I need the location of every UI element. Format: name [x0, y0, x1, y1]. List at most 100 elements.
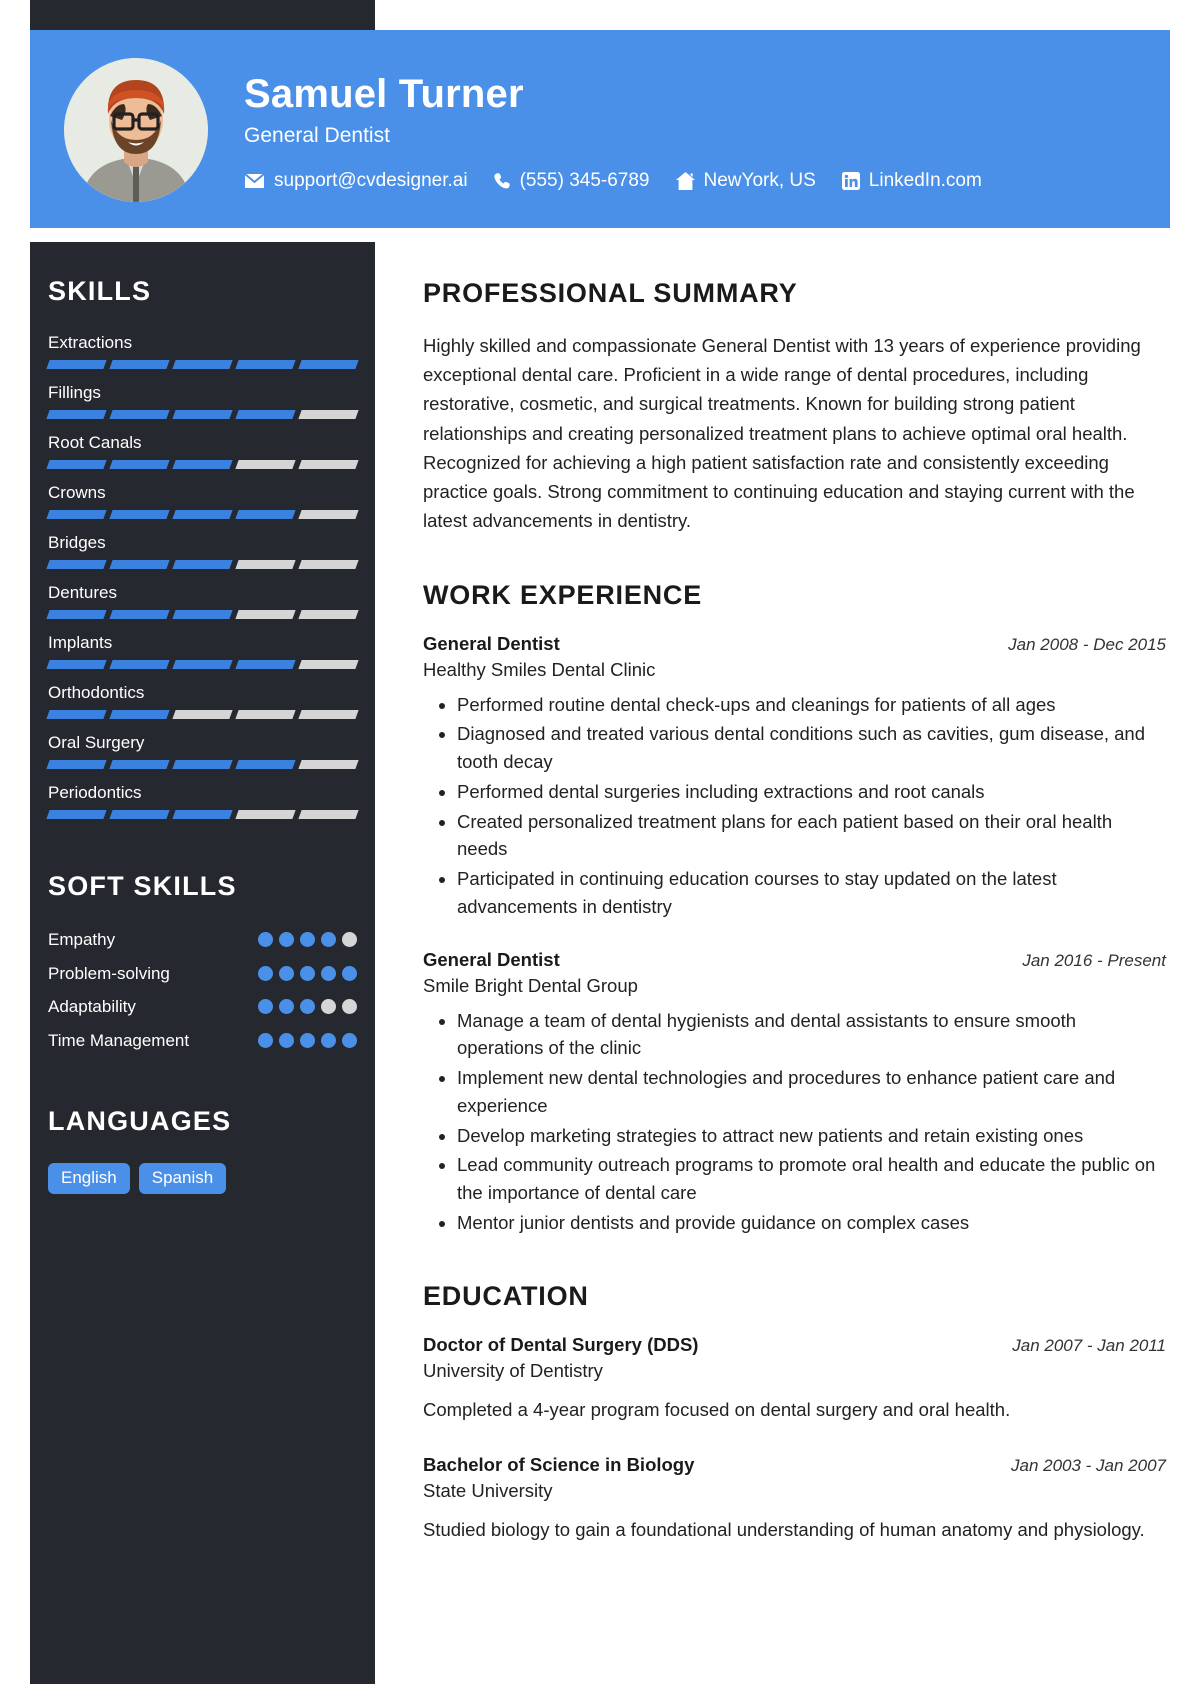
contact-email[interactable]: support@cvdesigner.ai — [244, 170, 468, 192]
skill-label: Orthodontics — [48, 683, 145, 702]
rating-dot — [321, 1032, 336, 1048]
soft-skill-rating-dots — [258, 962, 357, 981]
skill-bar-segment — [109, 710, 170, 719]
rating-dot — [279, 1032, 294, 1048]
skill-level-bar — [46, 360, 359, 369]
contact-linkedin[interactable]: LinkedIn.com — [841, 170, 982, 192]
soft-skill-item: Adaptability — [48, 995, 357, 1020]
skill-bar-segment — [109, 360, 170, 369]
avatar — [64, 58, 208, 202]
work-bullet-item: Implement new dental technologies and pr… — [457, 1064, 1166, 1120]
languages-list: English Spanish — [48, 1162, 357, 1194]
education-heading: EDUCATION — [423, 1280, 589, 1311]
skill-level-bar — [46, 510, 359, 519]
soft-skills-heading: SOFT SKILLS — [48, 871, 237, 901]
skill-bar-segment — [235, 360, 296, 369]
skill-label: Periodontics — [48, 783, 142, 802]
rating-dot — [321, 932, 336, 947]
contact-location[interactable]: NewYork, US — [675, 170, 816, 192]
full-name: Samuel Turner — [244, 72, 524, 116]
skill-bar-segment — [109, 460, 170, 469]
soft-skill-rating-dots — [258, 995, 357, 1015]
education-entry-header: Doctor of Dental Surgery (DDS) Jan 2007 -… — [423, 1334, 1166, 1356]
skill-label: Dentures — [48, 583, 117, 602]
skill-bar-segment — [298, 460, 359, 469]
work-entry-date: Jan 2008 - Dec 2015 — [1008, 634, 1166, 654]
skill-bar-segment — [172, 660, 233, 669]
skill-bar-segment — [172, 610, 233, 619]
home-icon — [675, 172, 695, 190]
skill-label: Implants — [48, 633, 113, 652]
education-entry-title: Doctor of Dental Surgery (DDS) — [423, 1333, 699, 1355]
skill-bar-segment — [46, 760, 107, 769]
work-bullet-item: Mentor junior dentists and provide guida… — [457, 1209, 1166, 1237]
rating-dot — [321, 965, 336, 981]
skill-item: Fillings — [46, 383, 359, 419]
professional-summary-text: Highly skilled and compassionate General… — [423, 335, 1141, 532]
skill-level-bar — [46, 710, 359, 719]
education-entry: Doctor of Dental Surgery (DDS) Jan 2007 -… — [423, 1334, 1166, 1425]
work-experience-heading: WORK EXPERIENCE — [423, 579, 703, 610]
rating-dot — [279, 999, 294, 1015]
work-entry-date: Jan 2016 - Present — [1022, 950, 1166, 970]
header-divider — [0, 228, 1200, 242]
skill-label: Extractions — [48, 333, 133, 352]
soft-skill-label: Time Management — [48, 1030, 190, 1050]
skill-bar-segment — [109, 510, 170, 519]
language-chip: English — [48, 1162, 130, 1194]
contact-location-text: NewYork, US — [703, 170, 816, 191]
rating-dot — [258, 1032, 273, 1048]
skill-label: Oral Surgery — [48, 733, 145, 752]
work-entry-header: General Dentist Jan 2008 - Dec 2015 — [423, 633, 1166, 655]
skill-bar-segment — [172, 460, 233, 469]
skill-level-bar — [46, 410, 359, 419]
rating-dot — [279, 932, 294, 947]
skill-bar-segment — [109, 810, 170, 819]
skill-bar-segment — [235, 760, 296, 769]
work-bullet-item: Performed routine dental check-ups and c… — [457, 691, 1166, 719]
skill-bar-segment — [298, 660, 359, 669]
rating-dot — [300, 999, 315, 1015]
skill-bar-segment — [109, 560, 170, 569]
soft-skill-rating-dots — [258, 1029, 357, 1048]
header-card: Samuel Turner General Dentist support@cv… — [30, 30, 1170, 228]
soft-skill-label: Problem-solving — [48, 963, 170, 983]
skill-item: Orthodontics — [46, 683, 359, 719]
soft-skill-item: Empathy — [48, 928, 357, 953]
skill-bar-segment — [298, 360, 359, 369]
work-bullet-item: Performed dental surgeries including ext… — [457, 778, 1166, 806]
rating-dot — [300, 965, 315, 981]
rating-dot — [300, 1032, 315, 1048]
work-bullet-item: Develop marketing strategies to attract … — [457, 1122, 1166, 1150]
skill-label: Fillings — [48, 383, 101, 402]
envelope-icon — [244, 173, 265, 189]
main-content: PROFESSIONAL SUMMARY Highly skilled and … — [375, 242, 1200, 1585]
skill-item: Implants — [46, 633, 359, 669]
skill-item: Oral Surgery — [46, 733, 359, 769]
skill-bar-segment — [235, 560, 296, 569]
work-bullet-item: Manage a team of dental hygienists and d… — [457, 1007, 1166, 1063]
skill-level-bar — [46, 610, 359, 619]
contact-phone[interactable]: (555) 345-6789 — [493, 170, 650, 192]
professional-summary-heading: PROFESSIONAL SUMMARY — [423, 278, 798, 308]
soft-skill-rating-dots — [258, 928, 357, 947]
education-entry-organization: University of Dentistry — [423, 1359, 603, 1381]
education-entry-title: Bachelor of Science in Biology — [423, 1454, 695, 1476]
work-bullet-item: Lead community outreach programs to prom… — [457, 1151, 1166, 1207]
rating-dot — [258, 999, 273, 1015]
skill-bar-segment — [172, 410, 233, 419]
skill-item: Root Canals — [46, 433, 359, 469]
job-title: General Dentist — [244, 124, 390, 147]
skill-bar-segment — [172, 810, 233, 819]
skill-bar-segment — [46, 710, 107, 719]
skill-bar-segment — [298, 810, 359, 819]
work-entry-title: General Dentist — [423, 948, 560, 970]
skill-bar-segment — [172, 510, 233, 519]
skill-bar-segment — [109, 410, 170, 419]
skill-item: Bridges — [46, 533, 359, 569]
languages-heading: LANGUAGES — [48, 1105, 232, 1136]
phone-icon — [493, 172, 511, 190]
work-experience-list: General Dentist Jan 2008 - Dec 2015 Health… — [423, 633, 1166, 1237]
skill-bar-segment — [235, 710, 296, 719]
education-entry-description: Studied biology to gain a foundational u… — [423, 1519, 1145, 1541]
